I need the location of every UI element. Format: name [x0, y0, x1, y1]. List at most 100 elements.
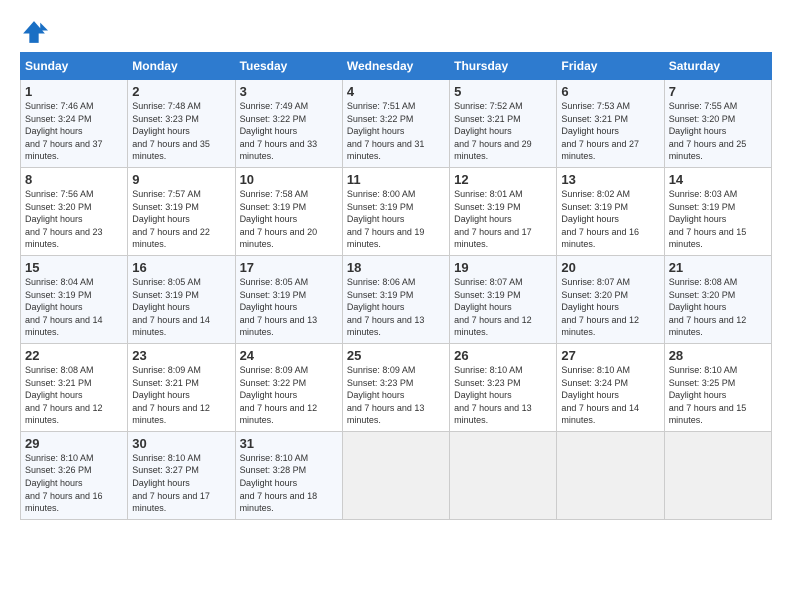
calendar-cell: 12 Sunrise: 8:01 AM Sunset: 3:19 PM Dayl…: [450, 167, 557, 255]
day-number: 21: [669, 260, 767, 275]
cell-content: Sunrise: 7:49 AM Sunset: 3:22 PM Dayligh…: [240, 100, 338, 163]
calendar-cell: 22 Sunrise: 8:08 AM Sunset: 3:21 PM Dayl…: [21, 343, 128, 431]
day-number: 3: [240, 84, 338, 99]
calendar-cell: 30 Sunrise: 8:10 AM Sunset: 3:27 PM Dayl…: [128, 431, 235, 519]
day-number: 28: [669, 348, 767, 363]
day-number: 19: [454, 260, 552, 275]
calendar-cell: 3 Sunrise: 7:49 AM Sunset: 3:22 PM Dayli…: [235, 80, 342, 168]
cell-content: Sunrise: 8:00 AM Sunset: 3:19 PM Dayligh…: [347, 188, 445, 251]
day-number: 10: [240, 172, 338, 187]
cell-content: Sunrise: 8:10 AM Sunset: 3:26 PM Dayligh…: [25, 452, 123, 515]
day-number: 16: [132, 260, 230, 275]
cell-content: Sunrise: 8:09 AM Sunset: 3:23 PM Dayligh…: [347, 364, 445, 427]
logo: [20, 18, 52, 46]
day-number: 20: [561, 260, 659, 275]
day-number: 31: [240, 436, 338, 451]
day-number: 9: [132, 172, 230, 187]
week-row-5: 29 Sunrise: 8:10 AM Sunset: 3:26 PM Dayl…: [21, 431, 772, 519]
calendar-table: SundayMondayTuesdayWednesdayThursdayFrid…: [20, 52, 772, 520]
day-number: 2: [132, 84, 230, 99]
cell-content: Sunrise: 8:09 AM Sunset: 3:22 PM Dayligh…: [240, 364, 338, 427]
header-day-tuesday: Tuesday: [235, 53, 342, 80]
header-day-saturday: Saturday: [664, 53, 771, 80]
calendar-cell: 11 Sunrise: 8:00 AM Sunset: 3:19 PM Dayl…: [342, 167, 449, 255]
day-number: 26: [454, 348, 552, 363]
cell-content: Sunrise: 8:10 AM Sunset: 3:27 PM Dayligh…: [132, 452, 230, 515]
calendar-cell: 5 Sunrise: 7:52 AM Sunset: 3:21 PM Dayli…: [450, 80, 557, 168]
calendar-cell: 28 Sunrise: 8:10 AM Sunset: 3:25 PM Dayl…: [664, 343, 771, 431]
calendar-cell: 13 Sunrise: 8:02 AM Sunset: 3:19 PM Dayl…: [557, 167, 664, 255]
cell-content: Sunrise: 8:07 AM Sunset: 3:20 PM Dayligh…: [561, 276, 659, 339]
calendar-cell: 27 Sunrise: 8:10 AM Sunset: 3:24 PM Dayl…: [557, 343, 664, 431]
calendar-cell: 1 Sunrise: 7:46 AM Sunset: 3:24 PM Dayli…: [21, 80, 128, 168]
day-number: 22: [25, 348, 123, 363]
day-number: 14: [669, 172, 767, 187]
day-number: 8: [25, 172, 123, 187]
header-day-wednesday: Wednesday: [342, 53, 449, 80]
calendar-cell: 24 Sunrise: 8:09 AM Sunset: 3:22 PM Dayl…: [235, 343, 342, 431]
cell-content: Sunrise: 7:53 AM Sunset: 3:21 PM Dayligh…: [561, 100, 659, 163]
day-number: 23: [132, 348, 230, 363]
calendar-cell: 29 Sunrise: 8:10 AM Sunset: 3:26 PM Dayl…: [21, 431, 128, 519]
calendar-cell: 23 Sunrise: 8:09 AM Sunset: 3:21 PM Dayl…: [128, 343, 235, 431]
week-row-3: 15 Sunrise: 8:04 AM Sunset: 3:19 PM Dayl…: [21, 255, 772, 343]
day-number: 4: [347, 84, 445, 99]
header-day-sunday: Sunday: [21, 53, 128, 80]
week-row-1: 1 Sunrise: 7:46 AM Sunset: 3:24 PM Dayli…: [21, 80, 772, 168]
cell-content: Sunrise: 8:04 AM Sunset: 3:19 PM Dayligh…: [25, 276, 123, 339]
day-number: 17: [240, 260, 338, 275]
calendar-cell: 4 Sunrise: 7:51 AM Sunset: 3:22 PM Dayli…: [342, 80, 449, 168]
header-day-monday: Monday: [128, 53, 235, 80]
day-number: 18: [347, 260, 445, 275]
day-number: 5: [454, 84, 552, 99]
cell-content: Sunrise: 8:05 AM Sunset: 3:19 PM Dayligh…: [132, 276, 230, 339]
cell-content: Sunrise: 8:10 AM Sunset: 3:23 PM Dayligh…: [454, 364, 552, 427]
day-number: 30: [132, 436, 230, 451]
cell-content: Sunrise: 7:56 AM Sunset: 3:20 PM Dayligh…: [25, 188, 123, 251]
calendar-cell: 19 Sunrise: 8:07 AM Sunset: 3:19 PM Dayl…: [450, 255, 557, 343]
day-number: 25: [347, 348, 445, 363]
day-number: 6: [561, 84, 659, 99]
calendar-cell: 16 Sunrise: 8:05 AM Sunset: 3:19 PM Dayl…: [128, 255, 235, 343]
day-number: 24: [240, 348, 338, 363]
cell-content: Sunrise: 7:46 AM Sunset: 3:24 PM Dayligh…: [25, 100, 123, 163]
calendar-cell: 2 Sunrise: 7:48 AM Sunset: 3:23 PM Dayli…: [128, 80, 235, 168]
cell-content: Sunrise: 7:48 AM Sunset: 3:23 PM Dayligh…: [132, 100, 230, 163]
calendar-cell: 6 Sunrise: 7:53 AM Sunset: 3:21 PM Dayli…: [557, 80, 664, 168]
day-number: 1: [25, 84, 123, 99]
header-day-thursday: Thursday: [450, 53, 557, 80]
calendar-cell: [664, 431, 771, 519]
day-number: 12: [454, 172, 552, 187]
calendar-cell: 20 Sunrise: 8:07 AM Sunset: 3:20 PM Dayl…: [557, 255, 664, 343]
cell-content: Sunrise: 8:03 AM Sunset: 3:19 PM Dayligh…: [669, 188, 767, 251]
calendar-cell: 15 Sunrise: 8:04 AM Sunset: 3:19 PM Dayl…: [21, 255, 128, 343]
calendar-cell: 10 Sunrise: 7:58 AM Sunset: 3:19 PM Dayl…: [235, 167, 342, 255]
cell-content: Sunrise: 8:05 AM Sunset: 3:19 PM Dayligh…: [240, 276, 338, 339]
calendar-cell: [450, 431, 557, 519]
calendar-cell: 31 Sunrise: 8:10 AM Sunset: 3:28 PM Dayl…: [235, 431, 342, 519]
week-row-2: 8 Sunrise: 7:56 AM Sunset: 3:20 PM Dayli…: [21, 167, 772, 255]
cell-content: Sunrise: 7:58 AM Sunset: 3:19 PM Dayligh…: [240, 188, 338, 251]
day-number: 27: [561, 348, 659, 363]
day-number: 15: [25, 260, 123, 275]
header-row: SundayMondayTuesdayWednesdayThursdayFrid…: [21, 53, 772, 80]
calendar-cell: 7 Sunrise: 7:55 AM Sunset: 3:20 PM Dayli…: [664, 80, 771, 168]
calendar-cell: 21 Sunrise: 8:08 AM Sunset: 3:20 PM Dayl…: [664, 255, 771, 343]
calendar-cell: 18 Sunrise: 8:06 AM Sunset: 3:19 PM Dayl…: [342, 255, 449, 343]
day-number: 11: [347, 172, 445, 187]
cell-content: Sunrise: 7:52 AM Sunset: 3:21 PM Dayligh…: [454, 100, 552, 163]
day-number: 29: [25, 436, 123, 451]
calendar-cell: [557, 431, 664, 519]
cell-content: Sunrise: 8:02 AM Sunset: 3:19 PM Dayligh…: [561, 188, 659, 251]
logo-icon: [20, 18, 48, 46]
cell-content: Sunrise: 8:10 AM Sunset: 3:24 PM Dayligh…: [561, 364, 659, 427]
cell-content: Sunrise: 8:08 AM Sunset: 3:20 PM Dayligh…: [669, 276, 767, 339]
header-day-friday: Friday: [557, 53, 664, 80]
day-number: 13: [561, 172, 659, 187]
calendar-cell: 9 Sunrise: 7:57 AM Sunset: 3:19 PM Dayli…: [128, 167, 235, 255]
cell-content: Sunrise: 8:01 AM Sunset: 3:19 PM Dayligh…: [454, 188, 552, 251]
cell-content: Sunrise: 7:57 AM Sunset: 3:19 PM Dayligh…: [132, 188, 230, 251]
day-number: 7: [669, 84, 767, 99]
cell-content: Sunrise: 7:55 AM Sunset: 3:20 PM Dayligh…: [669, 100, 767, 163]
cell-content: Sunrise: 8:06 AM Sunset: 3:19 PM Dayligh…: [347, 276, 445, 339]
